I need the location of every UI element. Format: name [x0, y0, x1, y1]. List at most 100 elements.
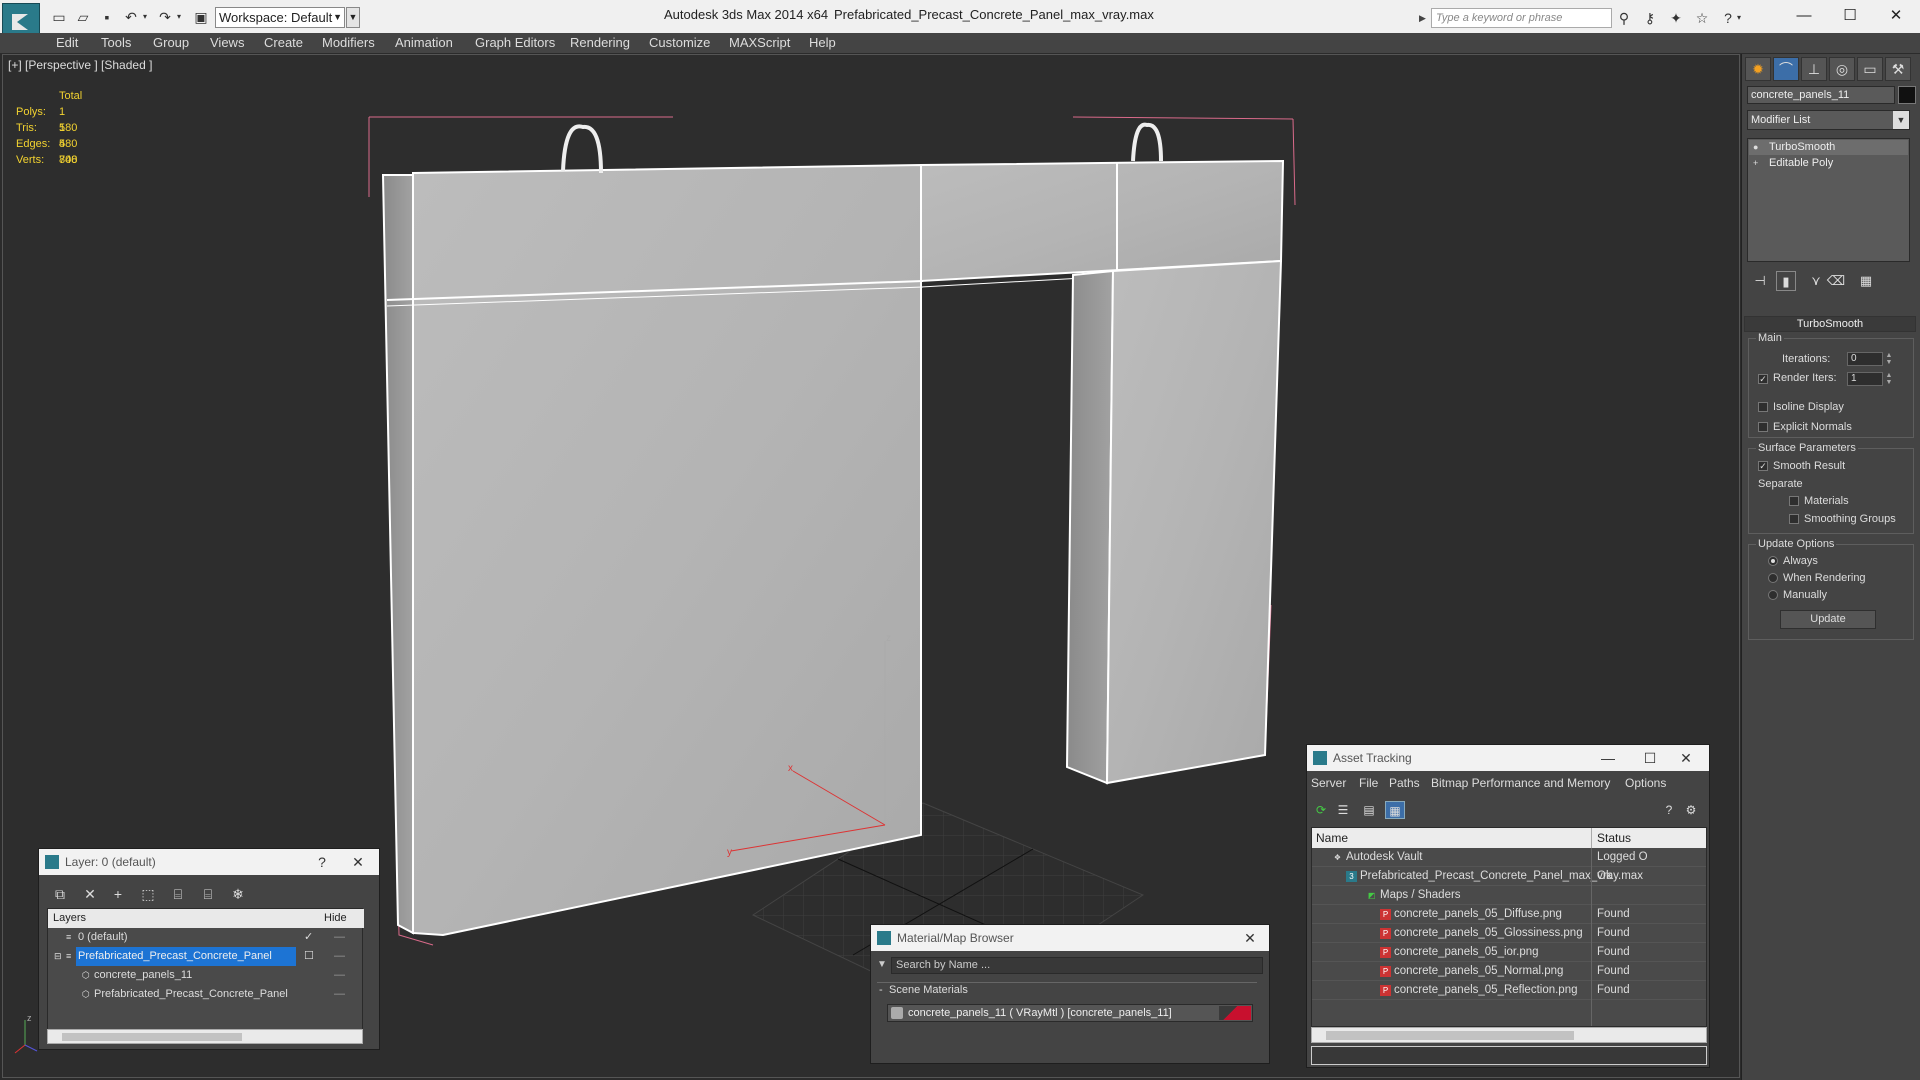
delete-layer-icon[interactable]: ✕ — [79, 883, 101, 905]
explicit-normals-checkbox[interactable] — [1758, 422, 1768, 432]
active-box-icon[interactable]: ☐ — [304, 947, 314, 966]
configure-sets-icon[interactable]: ▦ — [1856, 271, 1876, 291]
collapse-icon[interactable]: - — [879, 983, 883, 998]
isoline-display-checkbox[interactable] — [1758, 402, 1768, 412]
motion-tab-icon[interactable]: ◎ — [1829, 57, 1855, 81]
asset-menu-server[interactable]: Server — [1311, 776, 1346, 790]
search-expand-icon[interactable]: ▶ — [1419, 8, 1431, 28]
col-status[interactable]: Status — [1597, 831, 1631, 845]
asset-row[interactable]: Pconcrete_panels_05_ior.png Found — [1312, 943, 1706, 962]
add-to-layer-icon[interactable]: + — [107, 883, 129, 905]
create-tab-icon[interactable]: ✹ — [1745, 57, 1771, 81]
scrollbar-thumb[interactable] — [62, 1033, 242, 1041]
asset-menu-options[interactable]: Options — [1625, 776, 1666, 790]
horizontal-scrollbar[interactable] — [47, 1029, 363, 1044]
scene-materials-group[interactable]: - Scene Materials — [877, 982, 1257, 997]
save-file-icon[interactable]: ▪ — [98, 8, 116, 26]
asset-menu-bitmap-performance[interactable]: Bitmap Performance and Memory — [1431, 776, 1610, 790]
maximize-button[interactable]: ☐ — [1830, 4, 1870, 28]
stack-item-turbosmooth[interactable]: ● TurboSmooth — [1749, 140, 1908, 155]
asset-menu-paths[interactable]: Paths — [1389, 776, 1420, 790]
redo-dropdown-icon[interactable]: ▾ — [174, 8, 184, 26]
spinner-arrows-icon[interactable]: ▲ ▼ — [1884, 352, 1894, 366]
column-divider[interactable] — [1591, 828, 1592, 848]
object-name-field[interactable]: concrete_panels_11 — [1747, 86, 1895, 104]
open-file-icon[interactable]: ▱ — [74, 8, 92, 26]
menu-modifiers[interactable]: Modifiers — [322, 35, 375, 50]
col-name[interactable]: Name — [1316, 831, 1348, 845]
asset-row[interactable]: Pconcrete_panels_05_Normal.png Found — [1312, 962, 1706, 981]
material-browser-title[interactable]: Material/Map Browser — [871, 925, 1269, 951]
layer-row[interactable]: ⬡ concrete_panels_11 — — [48, 966, 364, 985]
asset-row[interactable]: Pconcrete_panels_05_Glossiness.png Found — [1312, 924, 1706, 943]
material-search-input[interactable]: Search by Name ... — [891, 957, 1263, 974]
chevron-down-icon[interactable]: ▼ — [1893, 111, 1909, 129]
close-icon[interactable]: ✕ — [343, 849, 373, 875]
binoculars-icon[interactable]: ⚲ — [1614, 8, 1634, 28]
remove-modifier-icon[interactable]: ⌫ — [1826, 271, 1846, 291]
concrete-panel-left[interactable] — [381, 163, 924, 937]
hide-all-layers-icon[interactable]: ⌸ — [197, 883, 219, 905]
iterations-spinner[interactable]: 0 — [1847, 352, 1883, 366]
close-button[interactable]: ✕ — [1876, 4, 1916, 28]
expand-plus-icon[interactable]: + — [1753, 158, 1763, 168]
menu-graph-editors[interactable]: Graph Editors — [475, 35, 555, 50]
maximize-button[interactable]: ☐ — [1635, 745, 1665, 771]
layer-row[interactable]: ⊟ ≡ Prefabricated_Precast_Concrete_Panel… — [48, 947, 364, 966]
asset-row[interactable]: Pconcrete_panels_05_Diffuse.png Found — [1312, 905, 1706, 924]
col-hide[interactable]: Hide — [324, 912, 347, 924]
project-folder-icon[interactable]: ▣ — [192, 8, 210, 26]
material-item[interactable]: concrete_panels_11 ( VRayMtl ) [concrete… — [887, 1004, 1253, 1022]
hide-toggle[interactable]: — — [334, 966, 345, 985]
asset-row[interactable]: ◩ Maps / Shaders — [1312, 886, 1706, 905]
update-button[interactable]: Update — [1780, 610, 1876, 629]
subscription-key-icon[interactable]: ⚷ — [1640, 8, 1660, 28]
collapse-icon[interactable]: ⊟ — [54, 947, 62, 966]
scrollbar-thumb[interactable] — [1326, 1031, 1574, 1040]
object-color-swatch[interactable] — [1898, 86, 1916, 104]
redo-icon[interactable]: ↷ — [156, 8, 174, 26]
menu-maxscript[interactable]: MAXScript — [729, 35, 790, 50]
close-icon[interactable]: ✕ — [1235, 925, 1265, 951]
filter-options-icon[interactable]: ▼ — [877, 959, 889, 973]
undo-dropdown-icon[interactable]: ▾ — [140, 8, 150, 26]
modify-tab-icon[interactable]: ⌒ — [1773, 57, 1799, 81]
select-objects-icon[interactable]: ⬚ — [137, 883, 159, 905]
help-button[interactable]: ? — [307, 849, 337, 875]
smooth-result-checkbox[interactable]: ✓ — [1758, 461, 1768, 471]
favorites-star-icon[interactable]: ☆ — [1692, 8, 1712, 28]
menu-views[interactable]: Views — [210, 35, 244, 50]
refresh-icon[interactable]: ⟳ — [1311, 801, 1331, 819]
active-check-icon[interactable]: ✓ — [304, 928, 313, 947]
highlight-layer-icon[interactable]: ⌸ — [167, 883, 189, 905]
turbosmooth-rollout-title[interactable]: TurboSmooth — [1744, 316, 1916, 332]
modifier-list-select[interactable]: Modifier List — [1747, 110, 1910, 130]
asset-menu-file[interactable]: File — [1359, 776, 1378, 790]
menu-create[interactable]: Create — [264, 35, 303, 50]
concrete-panel-right[interactable] — [1065, 259, 1283, 785]
workspace-select[interactable]: Workspace: Default ▼ — [215, 7, 345, 28]
col-layers[interactable]: Layers — [53, 912, 86, 924]
pin-stack-icon[interactable]: ⊣ — [1750, 271, 1770, 291]
show-end-result-icon[interactable]: ▮ — [1776, 271, 1796, 291]
render-iters-checkbox[interactable]: ✓ — [1758, 374, 1768, 384]
help-icon[interactable]: ? — [1659, 801, 1679, 819]
layer-row[interactable]: ⬡ Prefabricated_Precast_Concrete_Panel — — [48, 985, 364, 1004]
asset-row[interactable]: ❖ Autodesk Vault Logged O — [1312, 848, 1706, 867]
table-view-icon[interactable]: ▦ — [1385, 801, 1405, 819]
lightbulb-icon[interactable]: ● — [1753, 142, 1763, 152]
settings-icon[interactable]: ⚙ — [1681, 801, 1701, 819]
new-file-icon[interactable]: ▭ — [50, 8, 68, 26]
list-view-icon[interactable]: ☰ — [1333, 801, 1353, 819]
display-tab-icon[interactable]: ▭ — [1857, 57, 1883, 81]
help-dropdown-icon[interactable]: ▾ — [1734, 8, 1744, 28]
materials-checkbox[interactable] — [1789, 496, 1799, 506]
asset-row[interactable]: Pconcrete_panels_05_Reflection.png Found — [1312, 981, 1706, 1000]
manually-radio[interactable] — [1768, 590, 1778, 600]
render-iters-spinner[interactable]: 1 — [1847, 372, 1883, 386]
communication-center-icon[interactable]: ✦ — [1666, 8, 1686, 28]
undo-icon[interactable]: ↶ — [122, 8, 140, 26]
freeze-all-layers-icon[interactable]: ❄ — [227, 883, 249, 905]
create-layer-icon[interactable]: ⧉ — [49, 883, 71, 905]
utilities-tab-icon[interactable]: ⚒ — [1885, 57, 1911, 81]
